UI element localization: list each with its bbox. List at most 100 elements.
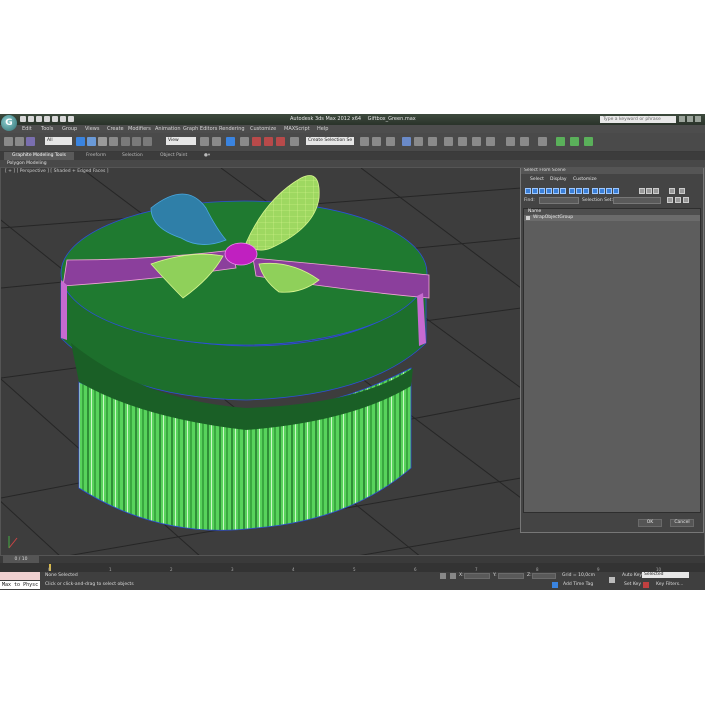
select-invert-icon[interactable]: [653, 188, 659, 194]
save-icon[interactable]: [36, 116, 42, 122]
set-key-icon[interactable]: [643, 582, 649, 588]
menu-tools[interactable]: Tools: [41, 126, 53, 132]
menu-modifiers[interactable]: Modifiers: [128, 126, 151, 132]
named-selection-dropdown[interactable]: Create Selection Se: [306, 137, 354, 145]
angle-snap-icon[interactable]: [252, 137, 261, 146]
select-manipulate-icon[interactable]: [212, 137, 221, 146]
new-icon[interactable]: [20, 116, 26, 122]
display-shapes-icon[interactable]: [532, 188, 538, 194]
extra-tool-5-icon[interactable]: [570, 137, 579, 146]
undo-icon[interactable]: [44, 116, 50, 122]
maxscript-mini-listener[interactable]: Max to Physc: [0, 581, 40, 589]
extra-tool-2-icon[interactable]: [520, 137, 529, 146]
menu-help[interactable]: Help: [317, 126, 328, 132]
tab-freeform[interactable]: Freeform: [86, 153, 106, 158]
graphite-toggle-icon[interactable]: [402, 137, 411, 146]
display-bones-icon[interactable]: [583, 188, 589, 194]
key-filters-button[interactable]: Key Filters...: [656, 582, 683, 587]
display-helpers-icon[interactable]: [553, 188, 559, 194]
time-tag-icon[interactable]: [552, 582, 558, 588]
display-cameras-icon[interactable]: [546, 188, 552, 194]
search-input[interactable]: Type a keyword or phrase: [600, 116, 676, 123]
select-all-icon[interactable]: [639, 188, 645, 194]
menu-views[interactable]: Views: [85, 126, 99, 132]
align-icon[interactable]: [372, 137, 381, 146]
menu-create[interactable]: Create: [107, 126, 124, 132]
auto-key-button[interactable]: Auto Key: [622, 573, 642, 578]
x-coordinate-field[interactable]: [464, 573, 490, 579]
menu-animation[interactable]: Animation: [155, 126, 181, 132]
maxscript-listener-top[interactable]: [0, 572, 40, 580]
pivot-center-icon[interactable]: [200, 137, 209, 146]
window-crossing-icon[interactable]: [109, 137, 118, 146]
panel-polygon-modeling[interactable]: Polygon Modeling: [7, 160, 47, 167]
selection-set-icon-1[interactable]: [667, 197, 673, 203]
viewport-label[interactable]: [ + ] [ Perspective ] [ Shaded + Edged F…: [5, 169, 109, 174]
close-icon[interactable]: [695, 116, 701, 122]
absolute-mode-icon[interactable]: [450, 573, 456, 579]
dialog-menu-display[interactable]: Display: [550, 177, 567, 182]
reference-coordinate-dropdown[interactable]: View: [166, 137, 196, 145]
y-coordinate-field[interactable]: [498, 573, 524, 579]
dialog-menu-customize[interactable]: Customize: [573, 177, 597, 182]
menu-customize[interactable]: Customize: [250, 126, 276, 132]
schematic-view-icon[interactable]: [428, 137, 437, 146]
bind-spacewarp-icon[interactable]: [26, 137, 35, 146]
keyboard-shortcut-icon[interactable]: [226, 137, 235, 146]
extra-tool-1-icon[interactable]: [506, 137, 515, 146]
select-object-icon[interactable]: [76, 137, 85, 146]
menu-group[interactable]: Group: [62, 126, 77, 132]
perspective-viewport[interactable]: [ + ] [ Perspective ] [ Shaded + Edged F…: [0, 167, 705, 556]
ok-button[interactable]: OK: [638, 519, 662, 527]
display-geometry-icon[interactable]: [525, 188, 531, 194]
menu-edit[interactable]: Edit: [22, 126, 32, 132]
move-icon[interactable]: [121, 137, 130, 146]
key-mode-dropdown[interactable]: Selected: [642, 572, 689, 578]
select-by-name-icon[interactable]: [87, 137, 96, 146]
selection-set-icon-3[interactable]: [683, 197, 689, 203]
unlink-icon[interactable]: [15, 137, 24, 146]
extra-tool-4-icon[interactable]: [556, 137, 565, 146]
time-slider-thumb[interactable]: 0 / 10: [3, 556, 39, 563]
fetch-icon[interactable]: [68, 116, 74, 122]
display-inverse-icon[interactable]: [613, 188, 619, 194]
display-invert-icon[interactable]: [606, 188, 612, 194]
select-none-icon[interactable]: [646, 188, 652, 194]
menu-graph-editors[interactable]: Graph Editors: [183, 126, 217, 132]
curve-editor-icon[interactable]: [414, 137, 423, 146]
render-icon[interactable]: [486, 137, 495, 146]
render-setup-icon[interactable]: [458, 137, 467, 146]
percent-snap-icon[interactable]: [264, 137, 273, 146]
add-time-tag[interactable]: Add Time Tag: [563, 582, 593, 587]
z-coordinate-field[interactable]: [532, 573, 556, 579]
key-icon[interactable]: [609, 577, 615, 583]
set-key-button[interactable]: Set Key: [624, 582, 641, 587]
edit-named-selection-icon[interactable]: [290, 137, 299, 146]
selection-set-icon-2[interactable]: [675, 197, 681, 203]
selection-filter-dropdown[interactable]: All: [45, 137, 72, 145]
ribbon-options-icon[interactable]: ●▾: [204, 153, 210, 158]
app-logo-icon[interactable]: G: [1, 115, 17, 131]
rotate-icon[interactable]: [132, 137, 141, 146]
rectangular-region-icon[interactable]: [98, 137, 107, 146]
track-bar[interactable]: 0 1 2 3 4 5 6 7 8 9 10: [0, 563, 705, 572]
menu-maxscript[interactable]: MAXScript: [284, 126, 310, 132]
display-xrefs-icon[interactable]: [576, 188, 582, 194]
scene-object-list[interactable]: Name WrapObjectGroup: [523, 208, 701, 513]
selection-set-dropdown[interactable]: [613, 197, 661, 204]
material-editor-icon[interactable]: [444, 137, 453, 146]
display-none-icon[interactable]: [599, 188, 605, 194]
hold-icon[interactable]: [60, 116, 66, 122]
filter-icon[interactable]: [669, 188, 675, 194]
display-lights-icon[interactable]: [539, 188, 545, 194]
layer-manager-icon[interactable]: [386, 137, 395, 146]
display-groups-icon[interactable]: [569, 188, 575, 194]
extra-tool-3-icon[interactable]: [538, 137, 547, 146]
lock-selection-icon[interactable]: [440, 573, 446, 579]
spinner-snap-icon[interactable]: [276, 137, 285, 146]
display-all-icon[interactable]: [592, 188, 598, 194]
link-icon[interactable]: [4, 137, 13, 146]
rendered-frame-icon[interactable]: [472, 137, 481, 146]
tab-graphite-modeling-tools[interactable]: Graphite Modeling Tools: [4, 152, 75, 160]
find-case-icon[interactable]: [679, 188, 685, 194]
